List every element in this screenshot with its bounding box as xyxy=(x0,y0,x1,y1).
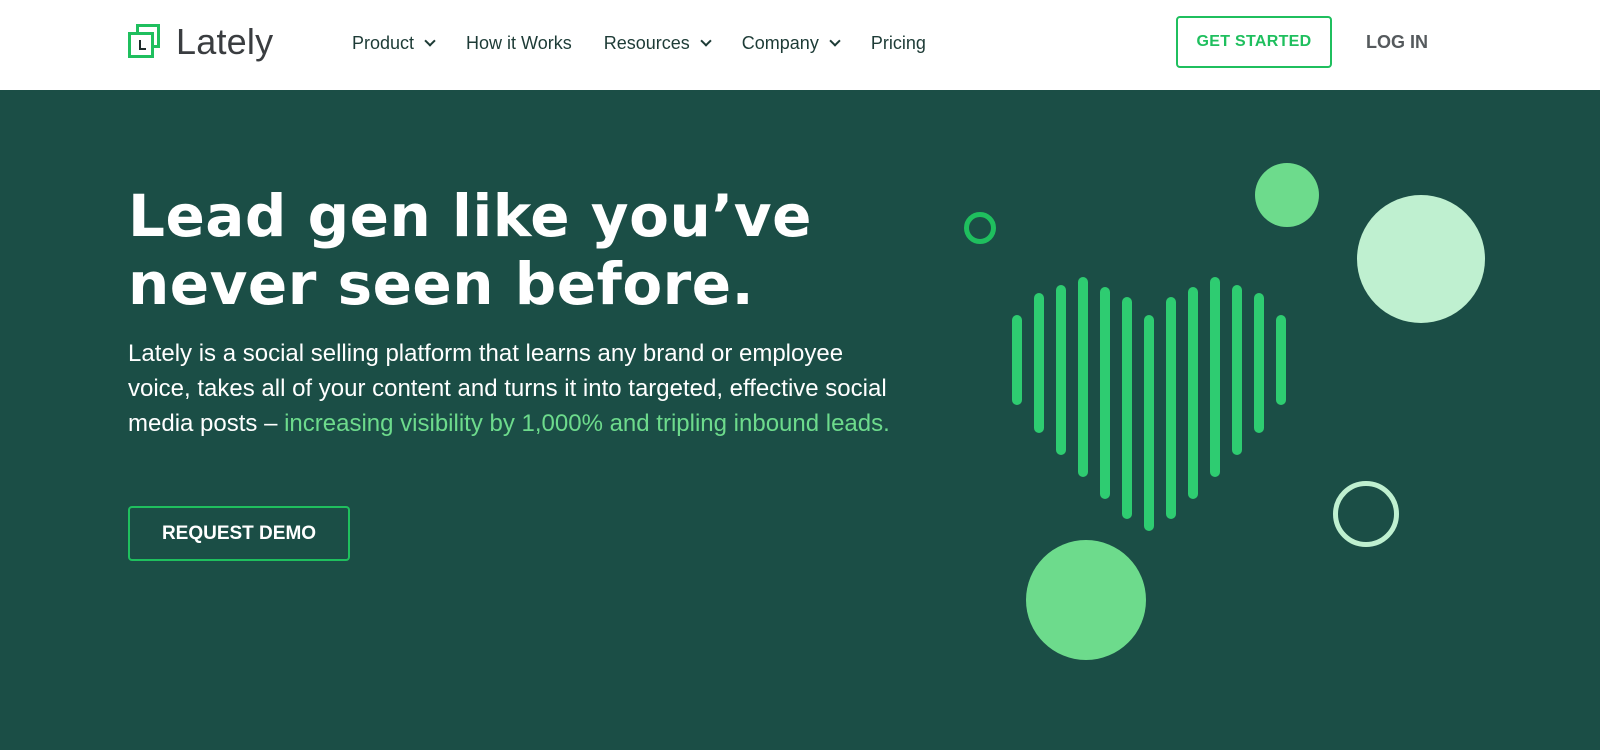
soundwave-bar xyxy=(1012,315,1022,405)
nav-item-pricing[interactable]: Pricing xyxy=(871,33,926,54)
nav-item-label: Pricing xyxy=(870,32,926,53)
heart-soundwave-icon xyxy=(960,90,1600,750)
hero-description-highlight: increasing visibility by 1,000% and trip… xyxy=(284,410,890,437)
soundwave-bar xyxy=(1122,297,1132,519)
lately-logo[interactable]: Lately xyxy=(128,20,273,64)
soundwave-bar xyxy=(1166,297,1176,519)
top-navbar: Lately Product How it Works Resources Co… xyxy=(0,0,1600,90)
logo-mark-icon xyxy=(128,24,162,60)
nav-item-label: How it Works xyxy=(466,32,572,53)
nav-item-label: Company xyxy=(741,32,819,53)
soundwave-bar xyxy=(1144,315,1154,531)
login-link[interactable]: LOG IN xyxy=(1366,16,1428,68)
nav-item-label: Product xyxy=(352,32,415,53)
soundwave-bar xyxy=(1276,315,1286,405)
soundwave-bar xyxy=(1056,285,1066,455)
nav-item-how-it-works[interactable]: How it Works xyxy=(466,33,572,54)
decorative-circle xyxy=(1333,481,1399,547)
decorative-circle xyxy=(964,212,996,244)
hero-title-line: never seen before. xyxy=(128,250,755,318)
hero-description: Lately is a social selling platform that… xyxy=(128,336,898,441)
nav-item-company[interactable]: Company xyxy=(741,32,841,54)
soundwave-bar xyxy=(1210,277,1220,477)
decorative-circle xyxy=(1357,195,1485,323)
get-started-button[interactable]: GET STARTED xyxy=(1176,16,1332,68)
soundwave-bar xyxy=(1078,277,1088,477)
request-demo-button[interactable]: REQUEST DEMO xyxy=(128,506,350,561)
soundwave-bar xyxy=(1034,293,1044,433)
hero-title-line: Lead gen like you’ve xyxy=(128,182,812,250)
soundwave-bar xyxy=(1188,287,1198,499)
chevron-down-icon xyxy=(424,34,436,47)
soundwave-bar xyxy=(1100,287,1110,499)
soundwave-bar xyxy=(1254,293,1264,433)
chevron-down-icon xyxy=(829,34,841,47)
decorative-circle xyxy=(1255,163,1319,227)
decorative-circle xyxy=(1026,540,1146,660)
nav-item-resources[interactable]: Resources xyxy=(603,32,712,54)
chevron-down-icon xyxy=(700,34,712,47)
logo-text: Lately xyxy=(176,21,274,62)
hero-title: Lead gen like you’ve never seen before. xyxy=(128,182,888,318)
soundwave-bar xyxy=(1232,285,1242,455)
nav-item-label: Resources xyxy=(603,32,690,53)
main-nav: Product How it Works Resources Company P… xyxy=(352,28,958,58)
nav-item-product[interactable]: Product xyxy=(352,32,436,54)
